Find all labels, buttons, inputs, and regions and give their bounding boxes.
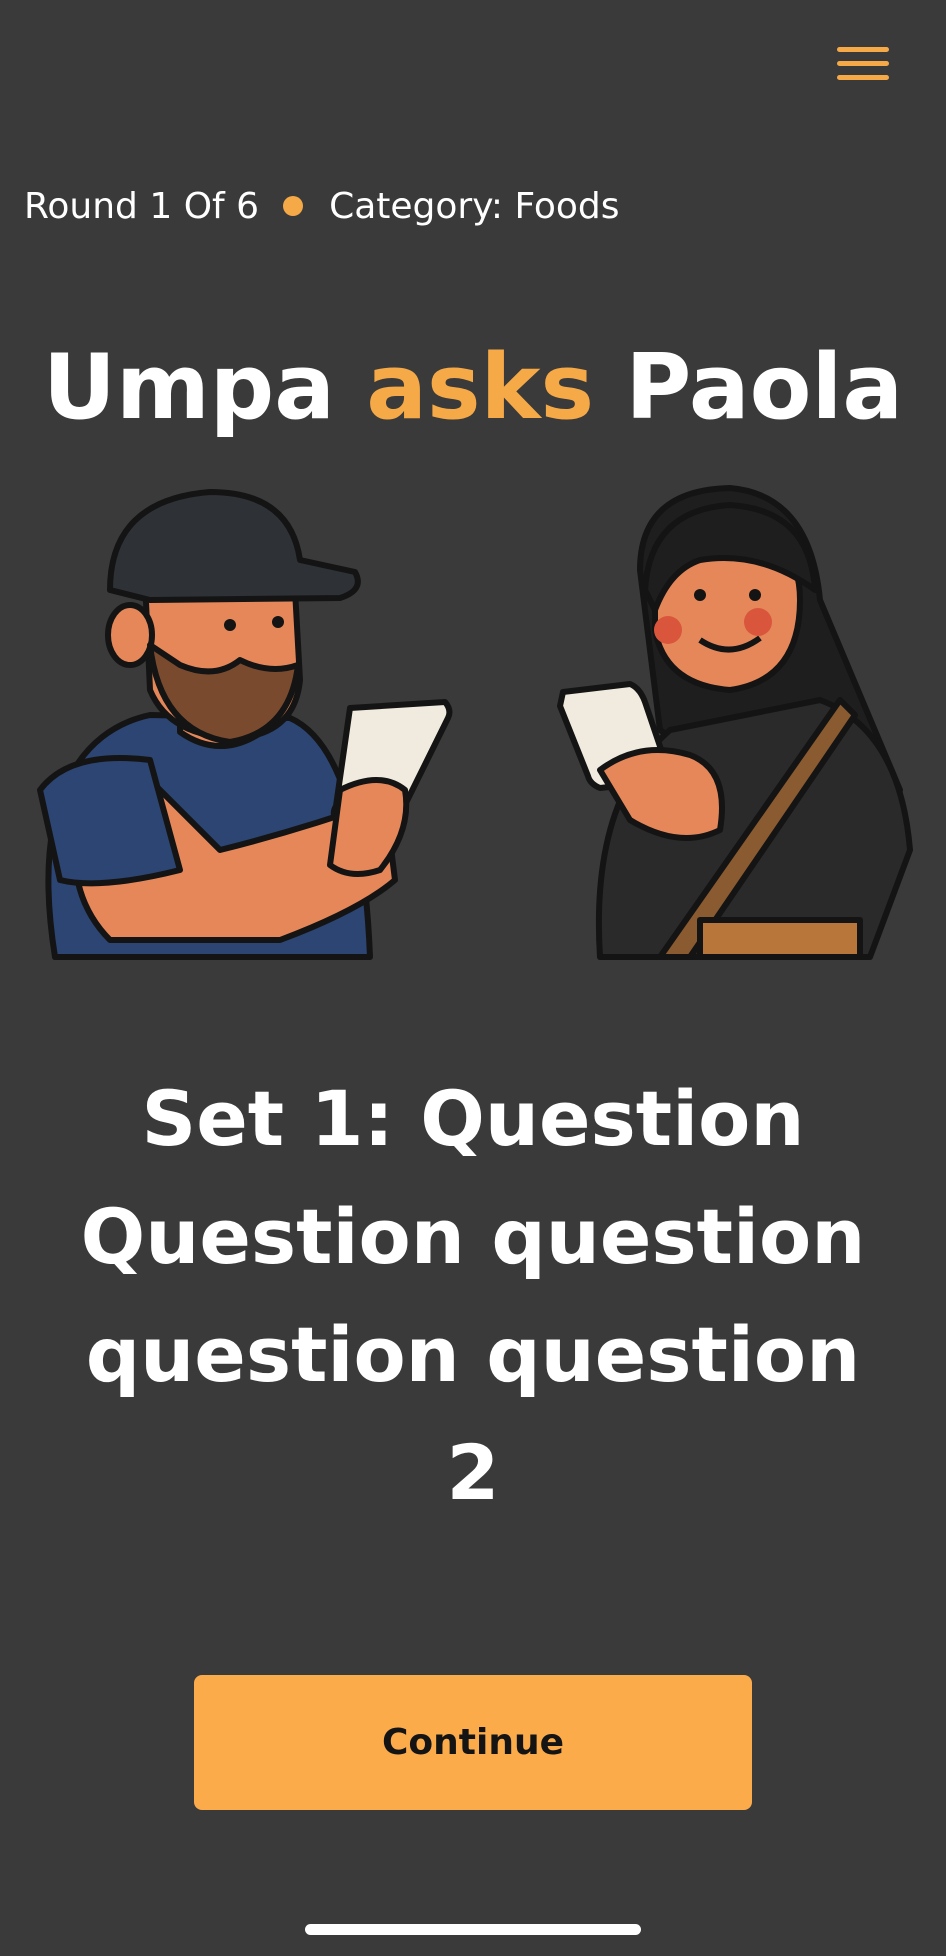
continue-button[interactable]: Continue	[194, 1675, 752, 1810]
round-label: Round 1 Of 6	[24, 185, 260, 227]
separator-dot	[283, 196, 304, 216]
players-illustration	[37, 485, 913, 960]
menu-button[interactable]	[830, 38, 896, 88]
man-with-phone-illustration	[37, 489, 453, 960]
hamburger-menu-icon	[837, 46, 889, 52]
page-title: Umpa asks Paola	[0, 335, 946, 440]
asker-name: Umpa	[42, 335, 335, 440]
answerer-name: Paola	[625, 335, 904, 440]
asks-word: asks	[366, 335, 595, 440]
question-text: Set 1: Question Question question questi…	[80, 1074, 866, 1517]
home-indicator[interactable]	[305, 1924, 641, 1935]
category-label: Category: Foods	[329, 185, 620, 227]
woman-with-phone-illustration	[557, 485, 913, 960]
round-info: Round 1 Of 6 Category: Foods	[24, 178, 620, 234]
